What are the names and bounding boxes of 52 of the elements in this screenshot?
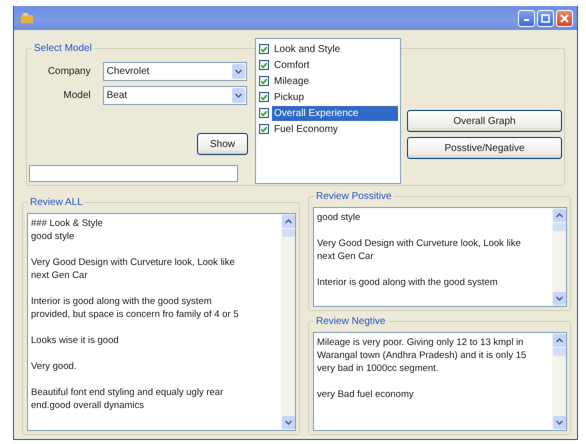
scroll-up-icon[interactable]: [552, 209, 566, 222]
review-text: Looks wise it is good: [31, 334, 119, 347]
review-text: Very good.: [31, 360, 76, 373]
review-text: Interior is good along with the good system provided, but space is concern fro family of 4 or 5: [31, 295, 239, 321]
list-item[interactable]: Pickup: [272, 90, 398, 104]
input-field[interactable]: [29, 165, 238, 182]
checkbox[interactable]: [259, 124, 269, 134]
scroll-down-icon[interactable]: [552, 416, 566, 429]
field-label: Company: [46, 66, 92, 77]
list-item[interactable]: Look and Style: [272, 42, 398, 56]
list-item[interactable]: Mileage: [272, 74, 398, 88]
scroll-thumb[interactable]: [282, 229, 294, 237]
group-title: Review Negtive: [314, 314, 388, 328]
review-text: Mileage is very poor. Giving only 12 to 13 kmpl in Warangal town (Andhra Pradesh) and it is only 15 very bad in 1000cc segment.: [317, 336, 526, 374]
review-text: very Bad fuel economy: [317, 388, 414, 400]
action-button[interactable]: Posstive/Negative: [407, 137, 562, 159]
dropdown[interactable]: Beat: [102, 86, 247, 105]
review-text: Beautiful font end styling and equaly ugly rear end.good overall dynamics: [31, 386, 224, 412]
checkbox[interactable]: [259, 44, 269, 54]
scrollbar[interactable]: [552, 332, 566, 430]
checkbox[interactable]: [259, 76, 269, 86]
scroll-down-icon[interactable]: [552, 292, 566, 304]
checkbox[interactable]: [259, 108, 269, 118]
list-item[interactable]: Fuel Economy: [272, 122, 398, 136]
scroll-up-icon[interactable]: [282, 215, 294, 228]
scroll-down-icon[interactable]: [282, 416, 294, 429]
app-icon: [20, 12, 34, 24]
show-button[interactable]: Show: [197, 133, 248, 155]
checkbox[interactable]: [259, 92, 269, 102]
field-label: Model: [62, 90, 92, 101]
review-text: Very Good Design with Curveture look, Look like next Gen Car: [31, 256, 235, 282]
scrollbar[interactable]: [552, 208, 566, 306]
close-icon: [560, 14, 569, 22]
list-item[interactable]: Comfort: [272, 58, 398, 72]
maximize-button[interactable]: [537, 10, 554, 26]
minimize-button[interactable]: [518, 10, 535, 26]
dropdown[interactable]: Chevrolet: [102, 62, 247, 81]
review-text: ### Look & Style good style: [31, 217, 103, 243]
text-area[interactable]: Mileage is very poor. Giving only 12 to 13 kmpl in Warangal town (Andhra Pradesh) and it is only 15 very bad in 1000cc segment. very Bad fuel economy: [313, 332, 567, 431]
checkbox[interactable]: [259, 60, 269, 70]
review-text: good style: [317, 211, 360, 224]
list-item[interactable]: Overall Experience: [272, 106, 398, 120]
review-text: Interior is good along with the good system: [317, 276, 498, 289]
scroll-up-icon[interactable]: [552, 334, 566, 346]
text-area[interactable]: good style Very Good Design with Curveture look, Look like next Gen Car Interior is good along with the good system: [313, 207, 567, 306]
scroll-thumb[interactable]: [552, 348, 566, 356]
review-text: Very Good Design with Curveture look, Look like next Gen Car: [317, 237, 521, 263]
maximize-icon: [541, 14, 550, 22]
close-button[interactable]: [556, 10, 573, 26]
scroll-thumb[interactable]: [552, 223, 566, 231]
scrollbar[interactable]: [281, 214, 295, 430]
action-button[interactable]: Overall Graph: [407, 110, 562, 132]
